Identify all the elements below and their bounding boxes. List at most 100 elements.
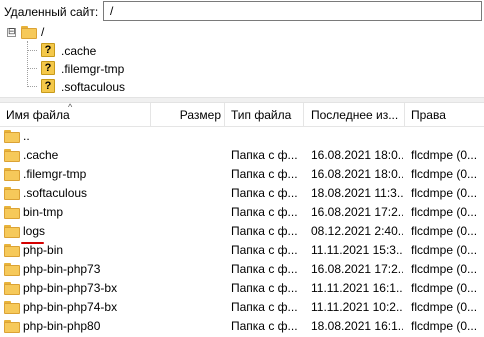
file-type [231, 127, 303, 146]
file-name: php-bin-php80 [23, 319, 101, 333]
tree-item-label: .filemgr-tmp [61, 62, 125, 76]
folder-icon [4, 149, 20, 162]
file-type: Папка с ф... [231, 300, 298, 314]
file-type: Папка с ф... [231, 167, 298, 181]
file-size [151, 203, 221, 222]
file-permissions: flcdmpe (0... [411, 281, 478, 295]
file-permissions: flcdmpe (0... [411, 148, 478, 162]
folder-icon [4, 206, 20, 219]
file-size [151, 317, 221, 336]
folder-icon [4, 168, 20, 181]
table-row[interactable]: php-bin-php73 Папка с ф... 16.08.2021 17:2… [0, 260, 484, 279]
table-row[interactable]: bin-tmp Папка с ф... 16.08.2021 17:2... flc… [0, 203, 484, 222]
file-type: Папка с ф... [231, 148, 298, 162]
folder-icon [4, 225, 20, 238]
tree-item-root[interactable]: ⊟ / [0, 24, 200, 42]
file-name: php-bin-php73-bx [23, 281, 118, 295]
folder-icon [4, 244, 20, 257]
folder-icon [4, 282, 20, 295]
file-permissions: flcdmpe (0... [411, 205, 478, 219]
file-name: logs [23, 224, 46, 238]
file-size [151, 184, 221, 203]
file-size [151, 298, 221, 317]
tree-item-filemgr-tmp[interactable]: ? .filemgr-tmp [0, 60, 200, 78]
file-name: php-bin-php73 [23, 262, 101, 276]
file-permissions: flcdmpe (0... [411, 300, 478, 314]
table-row[interactable]: .filemgr-tmp Папка с ф... 16.08.2021 18:0.… [0, 165, 484, 184]
remote-path-input[interactable]: / [103, 1, 482, 21]
file-size [151, 279, 221, 298]
file-permissions: flcdmpe (0... [411, 262, 478, 276]
table-row[interactable]: php-bin Папка с ф... 11.11.2021 15:3... flc… [0, 241, 484, 260]
file-size [151, 127, 221, 146]
file-modified: 11.11.2021 15:3... [311, 243, 403, 257]
folder-icon [4, 263, 20, 276]
tree-item-cache[interactable]: ? .cache [0, 42, 200, 60]
file-modified [311, 127, 403, 146]
column-header-permissions[interactable]: Права [411, 103, 481, 127]
unknown-folder-icon: ? [41, 79, 55, 93]
file-name: bin-tmp [23, 205, 64, 219]
file-size [151, 260, 221, 279]
column-separator[interactable] [404, 103, 405, 127]
file-name: .cache [23, 148, 59, 162]
file-size [151, 165, 221, 184]
file-name: .. [23, 129, 30, 143]
file-permissions: flcdmpe (0... [411, 186, 478, 200]
file-modified: 18.08.2021 16:1... [311, 319, 403, 333]
file-list-header: ^ Имя файла Размер Тип файла Последнее и… [0, 102, 484, 127]
annotation-underline [21, 242, 44, 244]
file-type: Папка с ф... [231, 319, 298, 333]
file-modified: 16.08.2021 17:2... [311, 205, 403, 219]
file-type: Папка с ф... [231, 281, 298, 295]
file-modified: 18.08.2021 11:3... [311, 186, 403, 200]
column-header-size[interactable]: Размер [151, 103, 221, 127]
folder-icon [4, 130, 20, 143]
file-size [151, 222, 221, 241]
folder-icon [4, 187, 20, 200]
file-modified: 16.08.2021 17:2... [311, 262, 403, 276]
remote-site-label: Удаленный сайт: [4, 5, 99, 19]
file-permissions: flcdmpe (0... [411, 319, 478, 333]
tree-item-label: .cache [61, 44, 97, 58]
column-header-type[interactable]: Тип файла [231, 103, 301, 127]
table-row[interactable]: php-bin-php74-bx Папка с ф... 11.11.2021 1… [0, 298, 484, 317]
file-type: Папка с ф... [231, 262, 298, 276]
file-list: .. .cache Папка с ф... 16.08.2021 18:0... fl… [0, 127, 484, 337]
file-type: Папка с ф... [231, 224, 298, 238]
file-modified: 11.11.2021 10:2... [311, 300, 403, 314]
unknown-folder-icon: ? [41, 43, 55, 57]
file-modified: 16.08.2021 18:0... [311, 167, 403, 181]
folder-icon [4, 301, 20, 314]
table-row[interactable]: php-bin-php73-bx Папка с ф... 11.11.2021 1… [0, 279, 484, 298]
table-row[interactable]: .. [0, 127, 484, 146]
tree-item-softaculous[interactable]: ? .softaculous [0, 78, 200, 96]
column-header-modified[interactable]: Последнее из... [311, 103, 403, 127]
file-name: php-bin-php74-bx [23, 300, 118, 314]
remote-directory-tree: ⊟ / ? .cache ? .filemgr-tmp ? .softaculo… [0, 24, 484, 97]
column-separator[interactable] [224, 103, 225, 127]
collapse-icon[interactable]: ⊟ [7, 28, 16, 37]
file-modified: 08.12.2021 2:40... [311, 224, 403, 238]
file-modified: 11.11.2021 16:1... [311, 281, 403, 295]
file-permissions [411, 127, 484, 146]
table-row[interactable]: .cache Папка с ф... 16.08.2021 18:0... flcd… [0, 146, 484, 165]
column-header-name[interactable]: Имя файла [6, 103, 146, 127]
file-size [151, 241, 221, 260]
file-permissions: flcdmpe (0... [411, 167, 478, 181]
table-row[interactable]: logs Папка с ф... 08.12.2021 2:40... flcdmp… [0, 222, 484, 241]
folder-icon [21, 26, 37, 39]
unknown-folder-icon: ? [41, 61, 55, 75]
table-row[interactable]: .softaculous Папка с ф... 18.08.2021 11:3.… [0, 184, 484, 203]
table-row[interactable]: php-bin-php80 Папка с ф... 18.08.2021 16:1… [0, 317, 484, 336]
file-modified: 16.08.2021 18:0... [311, 148, 403, 162]
file-permissions: flcdmpe (0... [411, 243, 478, 257]
remote-site-bar: Удаленный сайт: / [0, 0, 484, 24]
tree-item-label: .softaculous [61, 80, 126, 94]
file-name: .softaculous [23, 186, 88, 200]
folder-icon [4, 320, 20, 333]
file-type: Папка с ф... [231, 186, 298, 200]
column-separator[interactable] [303, 103, 304, 127]
file-type: Папка с ф... [231, 243, 298, 257]
file-type: Папка с ф... [231, 205, 298, 219]
